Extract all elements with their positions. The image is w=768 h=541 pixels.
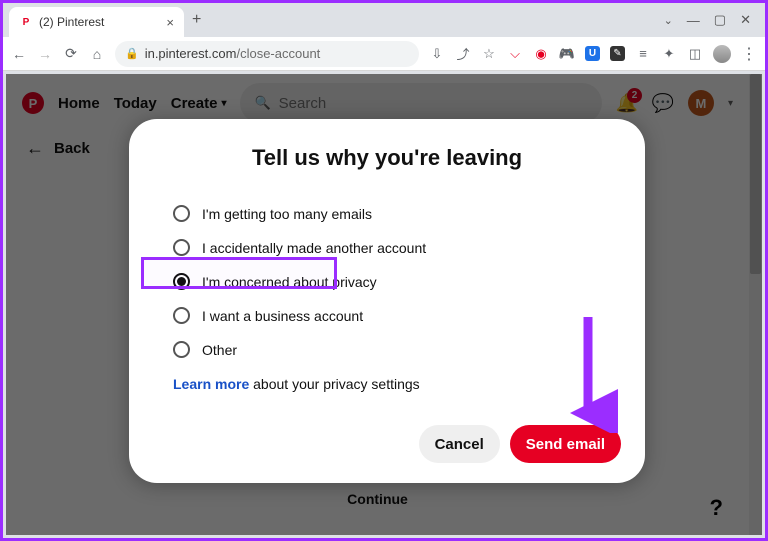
url-field[interactable]: 🔒 in.pinterest.com/close-account xyxy=(115,41,419,67)
download-icon[interactable]: ⇩ xyxy=(429,46,445,62)
reason-option-emails[interactable]: I'm getting too many emails xyxy=(173,205,621,222)
pocket-icon[interactable]: ⌵ xyxy=(507,46,523,62)
extension-compose-icon[interactable]: ✎ xyxy=(610,46,625,61)
window-controls: ⌄ — ▢ ✕ xyxy=(664,12,759,28)
reason-label: Other xyxy=(202,342,237,358)
modal-title: Tell us why you're leaving xyxy=(153,145,621,171)
forward-icon[interactable]: → xyxy=(37,46,53,62)
reason-option-business[interactable]: I want a business account xyxy=(173,307,621,324)
reason-label: I accidentally made another account xyxy=(202,240,426,256)
extension-u-icon[interactable]: U xyxy=(585,46,600,61)
new-tab-button[interactable]: + xyxy=(192,11,201,29)
window-minimize-icon[interactable]: — xyxy=(687,13,700,28)
browser-menu-icon[interactable]: ⋮ xyxy=(741,44,757,64)
url-path: /close-account xyxy=(236,46,320,61)
tab-title: (2) Pinterest xyxy=(39,15,160,29)
bookmark-star-icon[interactable]: ☆ xyxy=(481,46,497,62)
extension-controller-icon[interactable]: 🎮 xyxy=(559,46,575,62)
reading-list-icon[interactable]: ≡ xyxy=(635,46,651,62)
reason-label: I'm concerned about privacy xyxy=(202,274,377,290)
radio-icon xyxy=(173,341,190,358)
pinterest-favicon: P xyxy=(19,15,33,29)
browser-extensions: ⇩ ⤴ ☆ ⌵ ◉ 🎮 U ✎ ≡ ✦ ◫ ⋮ xyxy=(429,44,757,64)
browser-tab[interactable]: P (2) Pinterest × xyxy=(9,7,184,37)
home-icon[interactable]: ⌂ xyxy=(89,46,105,62)
share-icon[interactable]: ⤴ xyxy=(455,46,471,62)
radio-icon xyxy=(173,239,190,256)
reason-label: I'm getting too many emails xyxy=(202,206,372,222)
window-maximize-icon[interactable]: ▢ xyxy=(714,12,726,28)
radio-icon xyxy=(173,307,190,324)
radio-icon xyxy=(173,205,190,222)
modal-actions: Cancel Send email xyxy=(153,425,621,463)
learn-more-text: about your privacy settings xyxy=(249,376,419,392)
browser-tab-bar: P (2) Pinterest × + ⌄ — ▢ ✕ xyxy=(3,3,765,37)
learn-more-link[interactable]: Learn more xyxy=(173,376,249,392)
side-panel-icon[interactable]: ◫ xyxy=(687,46,703,62)
back-icon[interactable]: ← xyxy=(11,46,27,62)
send-email-button[interactable]: Send email xyxy=(510,425,621,463)
browser-chrome: P (2) Pinterest × + ⌄ — ▢ ✕ ← → ⟳ ⌂ 🔒 in… xyxy=(3,3,765,71)
browser-address-bar: ← → ⟳ ⌂ 🔒 in.pinterest.com/close-account… xyxy=(3,37,765,71)
tab-dropdown-icon[interactable]: ⌄ xyxy=(664,14,673,27)
extension-red-dot-icon[interactable]: ◉ xyxy=(533,46,549,62)
reason-options: I'm getting too many emails I accidental… xyxy=(153,205,621,358)
radio-selected-icon xyxy=(173,273,190,290)
profile-avatar-icon[interactable] xyxy=(713,45,731,63)
lock-icon: 🔒 xyxy=(125,47,139,60)
reason-label: I want a business account xyxy=(202,308,363,324)
reload-icon[interactable]: ⟳ xyxy=(63,46,79,62)
close-account-modal: Tell us why you're leaving I'm getting t… xyxy=(129,119,645,483)
close-tab-icon[interactable]: × xyxy=(166,15,174,30)
extensions-puzzle-icon[interactable]: ✦ xyxy=(661,46,677,62)
reason-option-privacy[interactable]: I'm concerned about privacy xyxy=(173,273,621,290)
reason-option-other[interactable]: Other xyxy=(173,341,621,358)
url-domain: in.pinterest.com xyxy=(145,46,237,61)
learn-more-row: Learn more about your privacy settings xyxy=(153,376,621,392)
cancel-button[interactable]: Cancel xyxy=(419,425,500,463)
window-close-icon[interactable]: ✕ xyxy=(740,12,751,28)
reason-option-duplicate-account[interactable]: I accidentally made another account xyxy=(173,239,621,256)
